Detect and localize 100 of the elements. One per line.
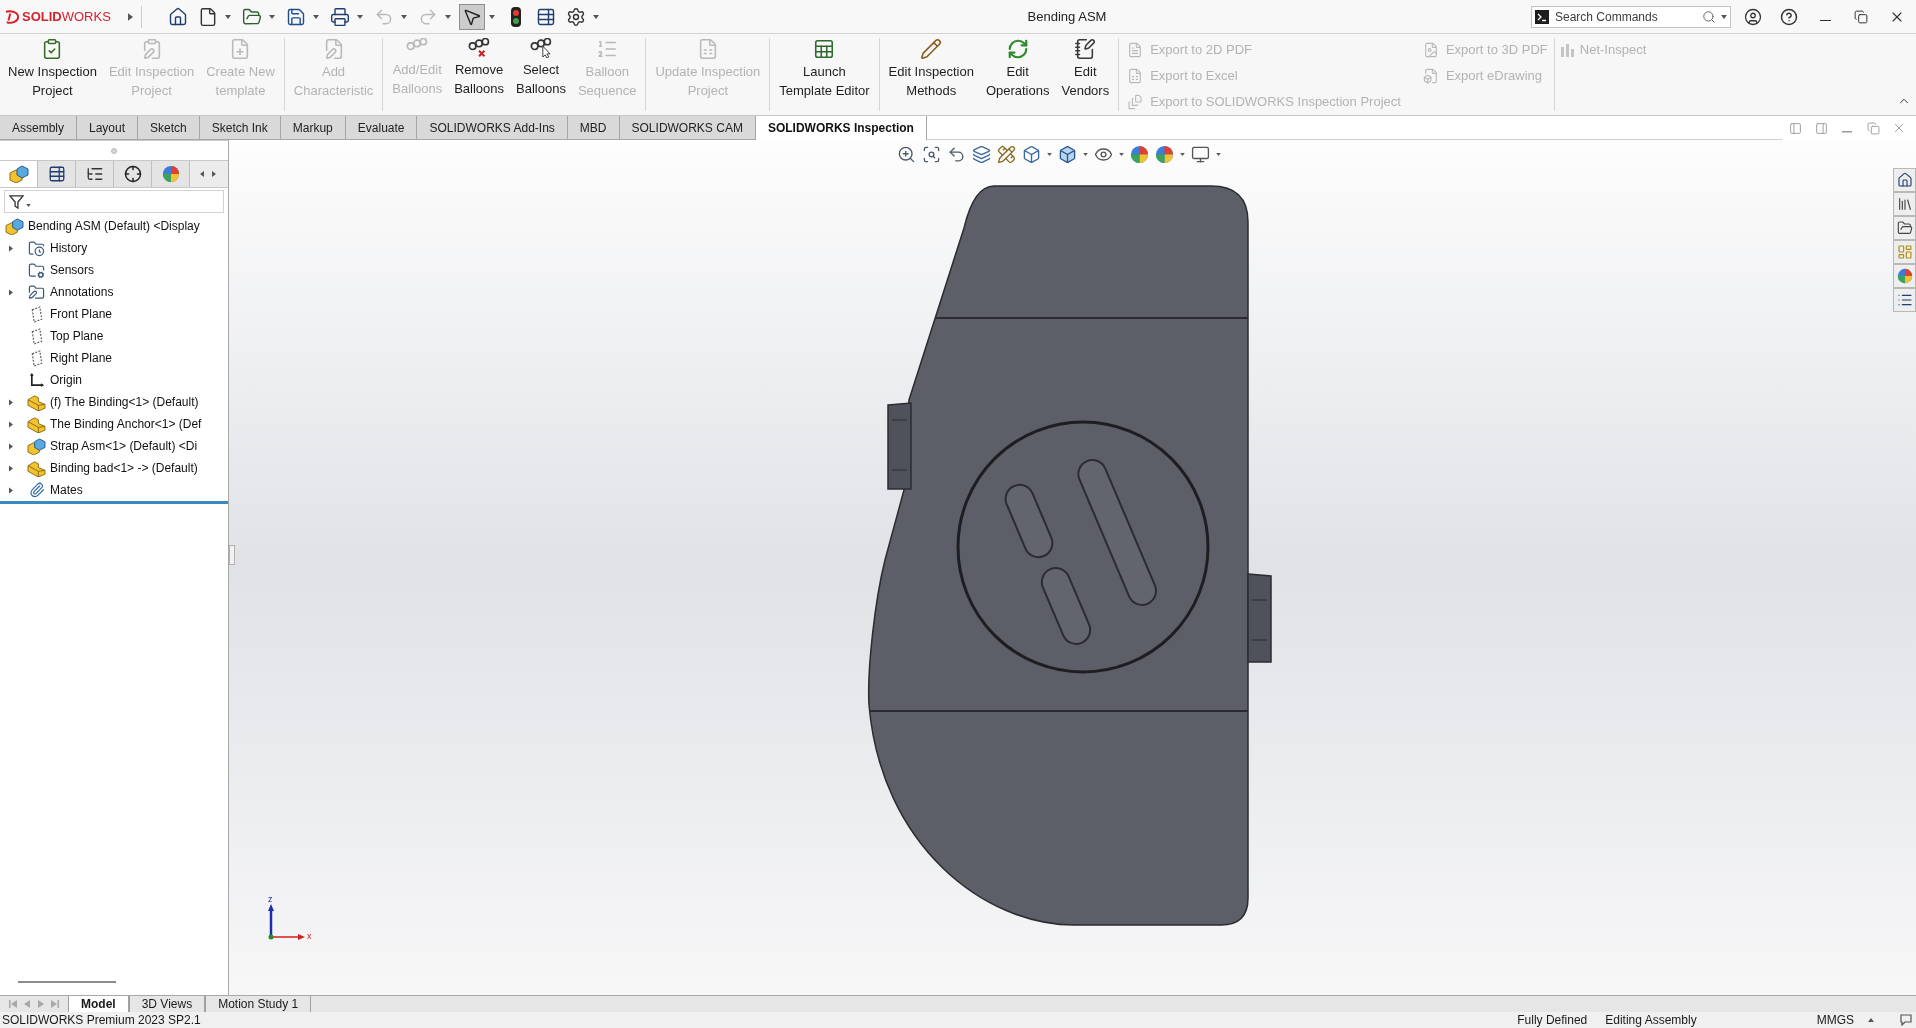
command-tab[interactable]: Assembly bbox=[0, 116, 77, 140]
caret-icon[interactable] bbox=[269, 14, 275, 19]
document-tab[interactable]: Motion Study 1 bbox=[205, 996, 312, 1012]
tree-item[interactable]: Mates bbox=[50, 481, 83, 499]
ribbon-button[interactable]: Edit Inspection Methods bbox=[884, 34, 978, 115]
block-icon bbox=[27, 459, 46, 477]
table-icon bbox=[813, 38, 836, 60]
filter-field[interactable] bbox=[4, 190, 224, 213]
search-icon[interactable] bbox=[1702, 9, 1716, 24]
ribbon-button[interactable]: Select Balloons bbox=[512, 34, 570, 115]
caret-icon[interactable] bbox=[128, 12, 133, 21]
search-bar[interactable]: Search Commands bbox=[1531, 5, 1731, 28]
caret-icon[interactable] bbox=[313, 14, 319, 19]
block-icon bbox=[27, 415, 46, 433]
tree-item[interactable]: The Binding Anchor<1> (Def bbox=[50, 415, 202, 433]
ribbon-button[interactable]: Remove Balloons bbox=[450, 34, 509, 115]
caret-icon[interactable] bbox=[1083, 153, 1088, 156]
task-pane-button[interactable] bbox=[1893, 192, 1916, 216]
grip-icon[interactable] bbox=[111, 147, 117, 154]
zoom-in-icon[interactable] bbox=[897, 145, 916, 164]
caret-icon[interactable] bbox=[593, 14, 599, 19]
spreadsheet-icon bbox=[1127, 67, 1144, 84]
tree-item[interactable]: (f) The Binding<1> (Default) bbox=[50, 393, 199, 411]
tree-item[interactable]: Binding bad<1> -> (Default) bbox=[50, 459, 198, 477]
caret-icon[interactable] bbox=[212, 171, 216, 177]
task-pane-button[interactable] bbox=[1893, 216, 1916, 240]
cube-icon[interactable] bbox=[1022, 145, 1041, 164]
caret-icon[interactable] bbox=[1216, 153, 1221, 156]
ribbon-button[interactable]: Edit Vendors bbox=[1057, 34, 1114, 115]
caret-icon[interactable] bbox=[1868, 1018, 1874, 1022]
pencil-ruler-icon[interactable] bbox=[997, 145, 1016, 164]
list-icon bbox=[1896, 292, 1913, 308]
shaded-cube-icon[interactable] bbox=[1058, 145, 1077, 164]
tree-item[interactable]: Strap Asm<1> (Default) <Di bbox=[50, 437, 198, 455]
command-tab[interactable]: Sketch Ink bbox=[199, 116, 281, 140]
horizontal-scrollbar[interactable] bbox=[18, 981, 116, 983]
eye-icon[interactable] bbox=[1094, 145, 1113, 164]
caret-icon[interactable] bbox=[26, 204, 31, 207]
scan-search-icon[interactable] bbox=[922, 145, 941, 164]
caret-icon[interactable] bbox=[489, 14, 495, 19]
terminal-icon bbox=[1535, 9, 1549, 24]
search-input[interactable]: Search Commands bbox=[1555, 7, 1702, 26]
command-tab[interactable]: Markup bbox=[280, 116, 346, 140]
panel-tab[interactable] bbox=[76, 161, 114, 187]
command-tab[interactable]: MBD bbox=[567, 116, 620, 140]
cubes-icon bbox=[5, 217, 24, 235]
caret-icon[interactable] bbox=[9, 464, 13, 472]
command-tab[interactable]: SOLIDWORKS Add-Ins bbox=[417, 116, 568, 140]
ribbon-button[interactable]: Edit Operations bbox=[981, 34, 1054, 115]
tree-item[interactable]: Right Plane bbox=[50, 349, 113, 367]
tree-item[interactable]: Origin bbox=[50, 371, 82, 389]
toolbar-button[interactable] bbox=[459, 3, 485, 30]
funnel-icon bbox=[9, 194, 24, 209]
folder-open-icon bbox=[242, 6, 262, 27]
linked-circles-pointer-icon bbox=[529, 38, 552, 58]
tree-item[interactable]: History bbox=[50, 239, 88, 257]
task-pane-button[interactable] bbox=[1893, 168, 1916, 192]
caret-icon[interactable] bbox=[1721, 14, 1727, 19]
panel-tab[interactable] bbox=[114, 161, 152, 187]
command-tab[interactable]: SOLIDWORKS CAM bbox=[619, 116, 756, 140]
monitor-icon[interactable] bbox=[1191, 145, 1210, 164]
caret-icon[interactable] bbox=[357, 14, 363, 19]
ribbon-button[interactable]: Launch Template Editor bbox=[775, 34, 874, 115]
caret-icon[interactable] bbox=[1119, 153, 1124, 156]
command-tab[interactable]: Evaluate bbox=[345, 116, 418, 140]
panel-tab[interactable] bbox=[38, 161, 76, 187]
tree-item[interactable]: Top Plane bbox=[50, 327, 104, 345]
ribbon-button[interactable]: New Inspection Project bbox=[4, 34, 101, 115]
tree-item[interactable]: Annotations bbox=[50, 283, 114, 301]
speech-bubble-icon[interactable] bbox=[1900, 1014, 1912, 1026]
caret-icon[interactable] bbox=[9, 398, 13, 406]
caret-icon[interactable] bbox=[1180, 153, 1185, 156]
caret-icon[interactable] bbox=[9, 288, 13, 296]
command-tab[interactable]: Layout bbox=[77, 116, 139, 140]
app-logo: SOLIDWORKS bbox=[22, 7, 111, 26]
task-pane-button[interactable] bbox=[1893, 288, 1916, 312]
caret-icon[interactable] bbox=[9, 442, 13, 450]
caret-icon[interactable] bbox=[9, 420, 13, 428]
units-text[interactable]: MMGS bbox=[1816, 1012, 1854, 1028]
minimize-icon bbox=[1842, 131, 1852, 133]
panel-left-icon bbox=[1788, 121, 1802, 135]
color-ball-icon[interactable] bbox=[1155, 145, 1174, 164]
caret-icon[interactable] bbox=[9, 486, 13, 494]
caret-icon[interactable] bbox=[200, 171, 204, 177]
document-tab[interactable]: 3D Views bbox=[128, 996, 206, 1012]
color-ball-icon[interactable] bbox=[1130, 145, 1149, 164]
command-tab[interactable]: Sketch bbox=[138, 116, 200, 140]
tree-item[interactable]: Bending ASM (Default) <Display bbox=[28, 217, 200, 235]
tree-item[interactable]: Front Plane bbox=[50, 305, 113, 323]
splitter-handle[interactable] bbox=[229, 545, 235, 565]
document-tab[interactable]: Model bbox=[68, 996, 129, 1012]
dashboard-icon bbox=[1896, 244, 1913, 260]
caret-icon[interactable] bbox=[9, 244, 13, 252]
undo-arrow-icon[interactable] bbox=[947, 145, 966, 164]
tree-item[interactable]: Sensors bbox=[50, 261, 95, 279]
caret-icon[interactable] bbox=[1047, 153, 1052, 156]
layers-icon[interactable] bbox=[972, 145, 991, 164]
save-icon bbox=[286, 6, 306, 27]
house-icon bbox=[1896, 172, 1913, 188]
caret-icon[interactable] bbox=[225, 14, 231, 19]
